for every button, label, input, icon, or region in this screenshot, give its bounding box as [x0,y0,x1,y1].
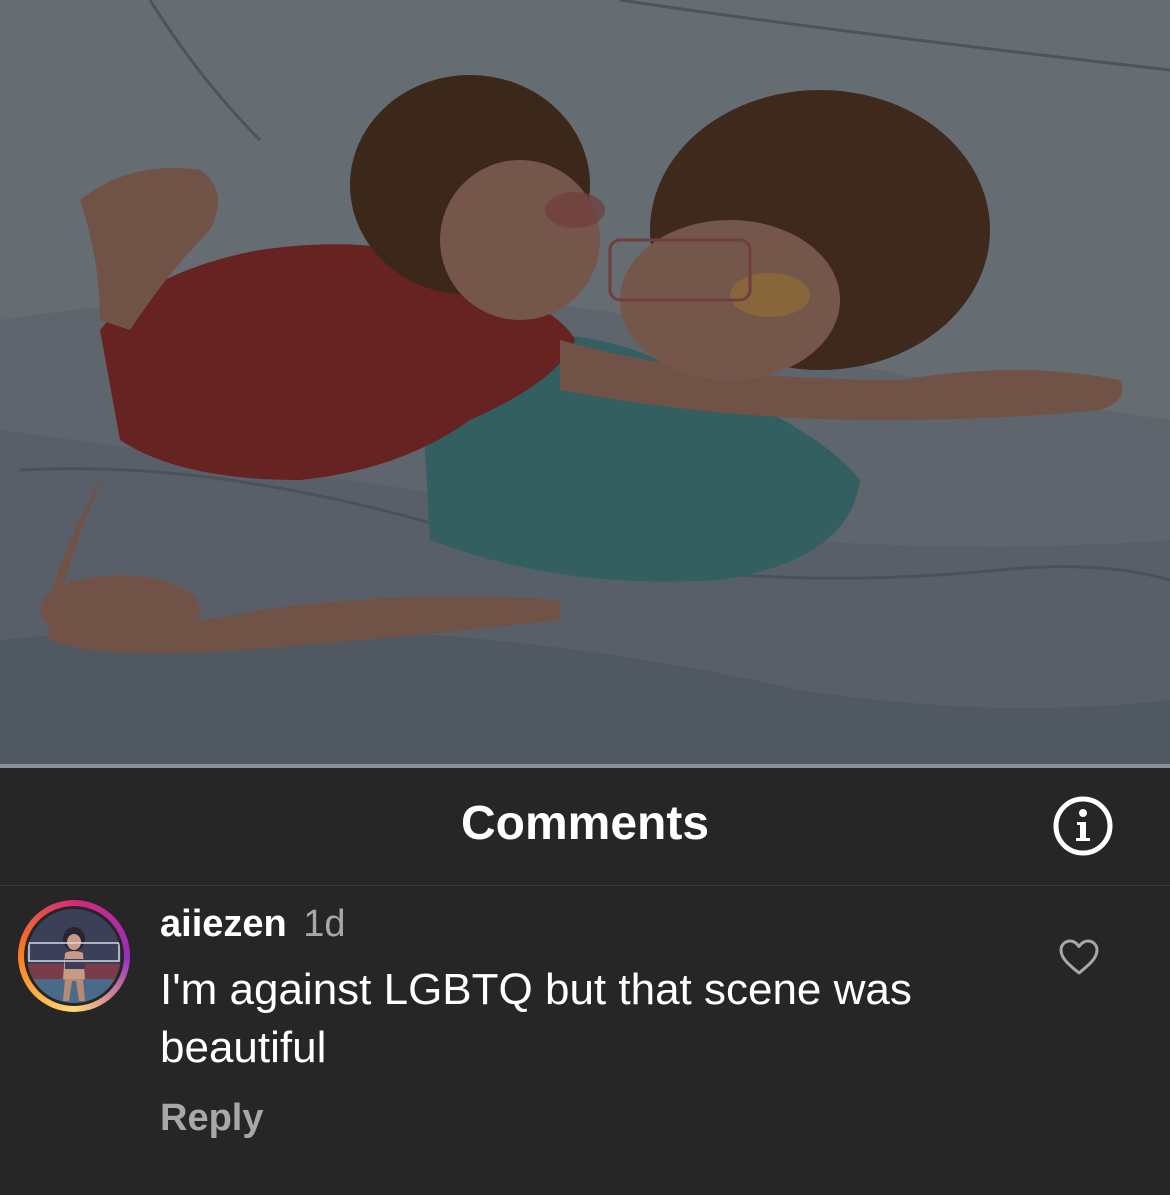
comments-screen: Comments aiiezen 1d I'm against LGBTQ bu… [0,0,1170,1195]
info-button[interactable] [1052,795,1114,857]
avatar [24,906,124,1006]
heart-outline-icon [1059,939,1099,975]
avatar-image [27,909,121,1003]
page-title: Comments [460,797,710,850]
comment-username[interactable]: aiiezen [160,903,287,945]
comment-timestamp: 1d [303,903,346,945]
avatar-story-ring[interactable] [18,900,130,1012]
post-illustration [0,0,1170,768]
info-circle-icon [1053,796,1113,856]
like-button[interactable] [1058,938,1100,976]
comments-header: Comments [0,768,1170,886]
comment-text: I'm against LGBTQ but that scene was bea… [160,965,912,1072]
reply-button[interactable]: Reply [160,1096,263,1140]
avatar-picture [27,909,121,1003]
comment-meta: aiiezen 1d [160,902,346,946]
post-image [0,0,1170,768]
comment-item: aiiezen 1d I'm against LGBTQ but that sc… [0,886,1170,1195]
